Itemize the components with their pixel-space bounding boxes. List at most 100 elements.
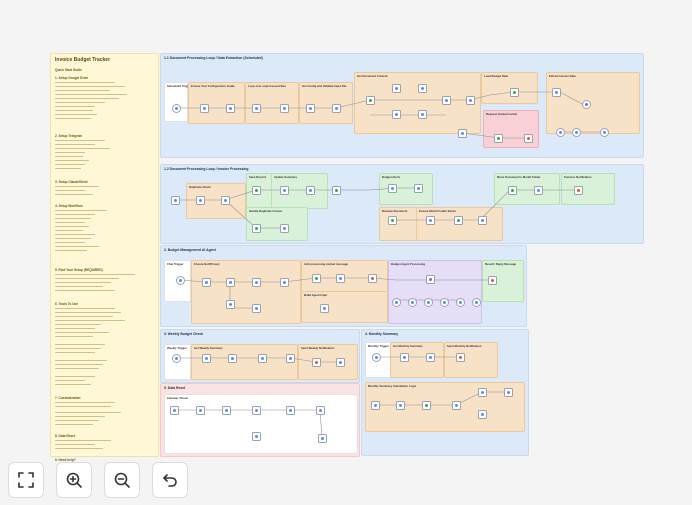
- group-rename[interactable]: Rename Document: [379, 207, 417, 241]
- workflow-node[interactable]: [226, 278, 235, 287]
- workflow-node[interactable]: [306, 186, 315, 195]
- group-cleanup-reset[interactable]: Cleanup / Reset: [164, 394, 358, 454]
- group-config[interactable]: Ensure Tool Configuration Guide: [188, 82, 245, 124]
- workflow-node[interactable]: [332, 104, 341, 113]
- workflow-node[interactable]: [336, 274, 345, 283]
- workflow-node[interactable]: [426, 216, 435, 225]
- workflow-node[interactable]: [504, 388, 513, 397]
- setup-guide-note[interactable]: Invoice Budget Tracker Quick Start Guide…: [50, 53, 159, 462]
- telegram-node[interactable]: [574, 186, 583, 195]
- google-sheets-node[interactable]: [422, 401, 431, 410]
- google-drive-node[interactable]: [454, 216, 463, 225]
- workflow-node[interactable]: [318, 434, 327, 443]
- output-parser-node[interactable]: [600, 128, 609, 137]
- workflow-node[interactable]: [252, 406, 261, 415]
- workflow-node[interactable]: [171, 196, 180, 205]
- workflow-node[interactable]: [466, 96, 475, 105]
- workflow-node[interactable]: [286, 406, 295, 415]
- section-ai-agent[interactable]: 2. Budget Management AI Agent Chat Trigg…: [160, 245, 527, 327]
- workflow-node[interactable]: [371, 401, 380, 410]
- workflow-node[interactable]: [252, 304, 261, 313]
- workflow-node[interactable]: [258, 354, 267, 363]
- workflow-node[interactable]: [228, 354, 237, 363]
- monthly-trigger-node[interactable]: [372, 353, 381, 362]
- workflow-node[interactable]: [226, 104, 235, 113]
- group-extract-invoice[interactable]: Extract Invoice Data: [546, 72, 640, 134]
- undo-button[interactable]: [152, 462, 188, 498]
- google-drive-node[interactable]: [252, 224, 261, 233]
- ai-tool-node[interactable]: [440, 298, 449, 307]
- workflow-node[interactable]: [452, 401, 461, 410]
- google-drive-node[interactable]: [366, 96, 375, 105]
- telegram-node[interactable]: [488, 276, 497, 285]
- workflow-node[interactable]: [426, 353, 435, 362]
- workflow-node[interactable]: [221, 196, 230, 205]
- google-sheets-node[interactable]: [312, 274, 321, 283]
- workflow-node[interactable]: [400, 353, 409, 362]
- workflow-node[interactable]: [478, 388, 487, 397]
- workflow-node[interactable]: [442, 96, 451, 105]
- group-loop[interactable]: Loop over unprocessed files: [245, 82, 299, 124]
- workflow-node[interactable]: [252, 104, 261, 113]
- workflow-node[interactable]: [320, 304, 329, 313]
- workflow-node[interactable]: [280, 224, 289, 233]
- workflow-node[interactable]: [478, 410, 487, 419]
- group-send-weekly[interactable]: Send Weekly Notification: [298, 344, 358, 380]
- workflow-node[interactable]: [280, 104, 289, 113]
- group-send-monthly[interactable]: Send Monthly Notification: [444, 342, 498, 378]
- workflow-node[interactable]: [222, 406, 231, 415]
- workflow-node[interactable]: [306, 104, 315, 113]
- ai-model-node[interactable]: [556, 128, 565, 137]
- workflow-node[interactable]: [316, 406, 325, 415]
- workflow-node[interactable]: [336, 358, 345, 367]
- ai-tool-node[interactable]: [572, 128, 581, 137]
- telegram-node[interactable]: [456, 353, 465, 362]
- group-agent-processing[interactable]: Budget Agent Processing: [388, 260, 482, 324]
- workflow-node[interactable]: [478, 216, 487, 225]
- section-invoice-processing[interactable]: 1.2 Document Processing Loop / Invoice P…: [160, 164, 644, 244]
- workflow-node[interactable]: [534, 186, 543, 195]
- workflow-node[interactable]: [418, 110, 427, 119]
- workflow-node[interactable]: [418, 84, 427, 93]
- section-data-reset[interactable]: 5. Data Reset Cleanup / Reset: [160, 383, 360, 457]
- group-get-monthly[interactable]: Get Monthly Summary: [390, 342, 444, 378]
- ai-tool-node[interactable]: [392, 298, 401, 307]
- telegram-node[interactable]: [524, 134, 533, 143]
- chat-trigger-node[interactable]: [176, 276, 185, 285]
- workflow-node[interactable]: [202, 354, 211, 363]
- workflow-node[interactable]: [458, 129, 467, 138]
- google-sheets-node[interactable]: [332, 186, 341, 195]
- weekly-trigger-node[interactable]: [172, 354, 181, 363]
- google-drive-node[interactable]: [494, 134, 503, 143]
- workflow-node[interactable]: [552, 88, 561, 97]
- group-success-notification[interactable]: Success Notification: [561, 173, 615, 205]
- google-drive-node[interactable]: [508, 186, 517, 195]
- workflow-canvas[interactable]: Invoice Budget Tracker Quick Start Guide…: [0, 0, 692, 505]
- group-monthly-calculation[interactable]: Monthly Summary Calculation Logic: [365, 382, 525, 432]
- telegram-node[interactable]: [312, 358, 321, 367]
- group-build-agent-input[interactable]: Build Agent Input: [301, 291, 388, 323]
- ai-tool-node[interactable]: [408, 298, 417, 307]
- zoom-in-button[interactable]: [56, 462, 92, 498]
- workflow-node[interactable]: [252, 432, 261, 441]
- zoom-out-button[interactable]: [104, 462, 140, 498]
- ai-agent-node[interactable]: [582, 100, 591, 109]
- workflow-node[interactable]: [392, 110, 401, 119]
- workflow-node[interactable]: [280, 186, 289, 195]
- schedule-trigger-node[interactable]: [172, 104, 181, 113]
- ai-agent-node[interactable]: [426, 275, 435, 284]
- workflow-node[interactable]: [170, 406, 179, 415]
- group-ensure-bot[interactable]: Ensure Bot/Privacy: [191, 260, 301, 324]
- google-sheets-node[interactable]: [252, 186, 261, 195]
- workflow-node[interactable]: [392, 84, 401, 93]
- workflow-node[interactable]: [280, 278, 289, 287]
- workflow-node[interactable]: [196, 406, 205, 415]
- ai-tool-node[interactable]: [472, 298, 481, 307]
- google-drive-node[interactable]: [388, 216, 397, 225]
- google-sheets-node[interactable]: [510, 88, 519, 97]
- workflow-node[interactable]: [286, 354, 295, 363]
- workflow-node[interactable]: [388, 184, 397, 193]
- group-move-document[interactable]: Move Document to Month Folder: [494, 173, 560, 205]
- group-get-config[interactable]: Get Config and Validate Input File: [299, 82, 353, 124]
- ai-tool-node[interactable]: [456, 298, 465, 307]
